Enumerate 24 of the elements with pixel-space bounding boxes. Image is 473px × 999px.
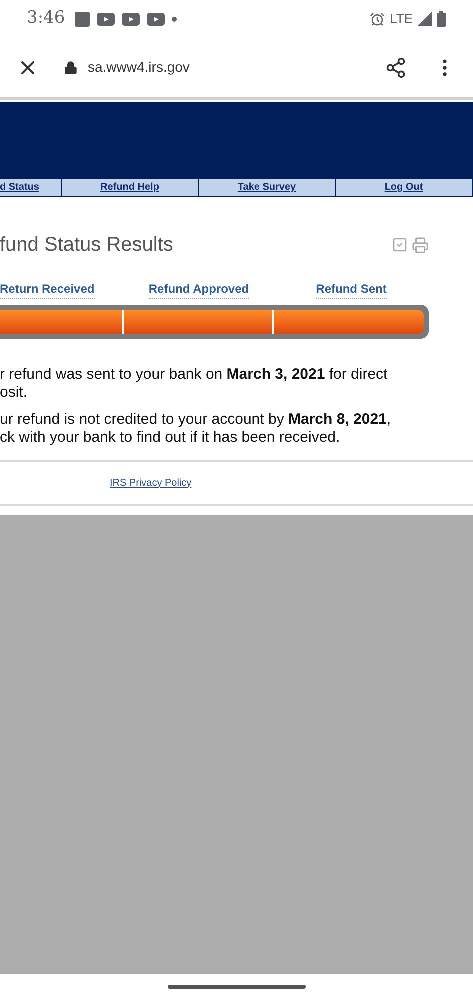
clock: 3:46: [27, 7, 66, 30]
lock-icon: [64, 60, 78, 74]
message-paragraph: r refund was sent to your bank on March 3, 2021 for direct osit.: [0, 366, 389, 402]
url-text[interactable]: sa.www4.irs.gov: [88, 57, 190, 78]
nav-tab[interactable]: Refund Help: [62, 179, 199, 196]
network-label: LTE: [390, 10, 413, 28]
nav-tab[interactable]: Take Survey: [199, 179, 336, 196]
alarm-icon: [370, 12, 386, 26]
play-icon: [147, 12, 166, 26]
play-icon: [97, 12, 116, 26]
checklist-icon[interactable]: [392, 237, 408, 253]
message-paragraph: ur refund is not credited to your account by March 8, 2021, ck with your bank to find out if it has been received.: [0, 411, 392, 447]
nav-tab[interactable]: Log Out: [336, 179, 473, 196]
nav-tab[interactable]: d Status: [0, 179, 62, 196]
step-label: Refund Sent: [316, 280, 387, 299]
battery-icon: [437, 11, 446, 27]
home-indicator[interactable]: [168, 984, 306, 988]
page-title: fund Status Results: [0, 233, 174, 258]
step-label: Refund Approved: [148, 280, 250, 299]
privacy-link[interactable]: IRS Privacy Policy: [110, 476, 192, 490]
play-icon: [122, 12, 140, 26]
step-label: Return Received: [0, 280, 95, 299]
share-icon[interactable]: [385, 56, 407, 78]
signal-icon: [418, 12, 432, 26]
